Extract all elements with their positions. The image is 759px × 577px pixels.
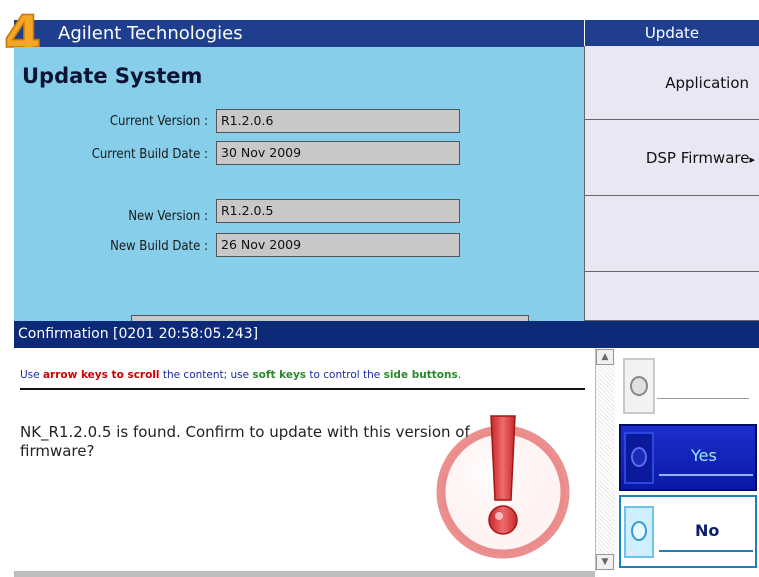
- current-build-date-field: 30 Nov 2009: [216, 141, 460, 165]
- softkey-application-label: Application: [665, 74, 749, 92]
- status-strip: [14, 571, 595, 577]
- button-underline: [659, 550, 753, 552]
- new-build-date-label: New Build Date :: [110, 239, 208, 254]
- yes-button[interactable]: Yes: [619, 424, 757, 491]
- page-title: Update System: [22, 64, 203, 88]
- update-system-panel: [14, 47, 584, 321]
- softkey-application[interactable]: Application: [584, 46, 759, 120]
- brand-name: Agilent Technologies: [58, 23, 243, 44]
- new-version-label: New Version :: [128, 209, 208, 224]
- instruction-part-3: the content; use: [159, 369, 253, 381]
- instruction-arrow-keys: arrow keys to scroll: [42, 369, 160, 381]
- instruction-part-1: Use: [20, 369, 43, 381]
- instruction-soft-keys: soft keys: [252, 369, 307, 381]
- dialog-scrollbar[interactable]: [595, 348, 615, 571]
- confirmation-message: NK_R1.2.0.5 is found. Confirm to update …: [20, 423, 470, 460]
- scroll-down-button[interactable]: ▼: [596, 554, 614, 570]
- no-button-label: No: [695, 521, 720, 540]
- new-build-date-field: 26 Nov 2009: [216, 233, 460, 257]
- button-underline: [657, 398, 749, 399]
- side-button-blank[interactable]: [615, 348, 759, 422]
- current-version-field: R1.2.0.6: [216, 109, 460, 133]
- yes-button-label: Yes: [691, 446, 717, 465]
- instruction-part-7: .: [457, 369, 462, 381]
- indicator-light-icon: [631, 521, 647, 541]
- dialog-title: Confirmation [0201 20:58:05.243]: [14, 321, 759, 348]
- divider: [20, 388, 585, 390]
- indicator-light-icon: [630, 376, 648, 396]
- instruction-side-buttons: side buttons: [383, 369, 458, 381]
- softkey-dsp-firmware-label: DSP Firmware: [645, 149, 750, 167]
- softkey-3[interactable]: [584, 196, 759, 272]
- softkey-dsp-firmware[interactable]: DSP Firmware▸: [584, 120, 759, 196]
- no-button-indicator: [624, 506, 654, 558]
- current-build-date-label: Current Build Date :: [91, 147, 208, 162]
- yes-button-indicator: [624, 432, 654, 484]
- current-version-label: Current Version :: [109, 114, 208, 129]
- softkey-menu-title: Update: [584, 20, 759, 46]
- instruction-text: Use arrow keys to scroll the content; us…: [20, 369, 461, 381]
- new-version-field: R1.2.0.5: [216, 199, 460, 223]
- scroll-up-button[interactable]: ▲: [596, 349, 614, 365]
- softkey-4[interactable]: [584, 272, 759, 321]
- blank-button-indicator: [623, 358, 655, 414]
- submenu-arrow-icon: ▸: [749, 153, 755, 166]
- no-button[interactable]: No: [619, 495, 757, 568]
- instruction-part-5: to control the: [306, 369, 384, 381]
- button-underline: [659, 474, 753, 476]
- indicator-light-icon: [631, 447, 647, 467]
